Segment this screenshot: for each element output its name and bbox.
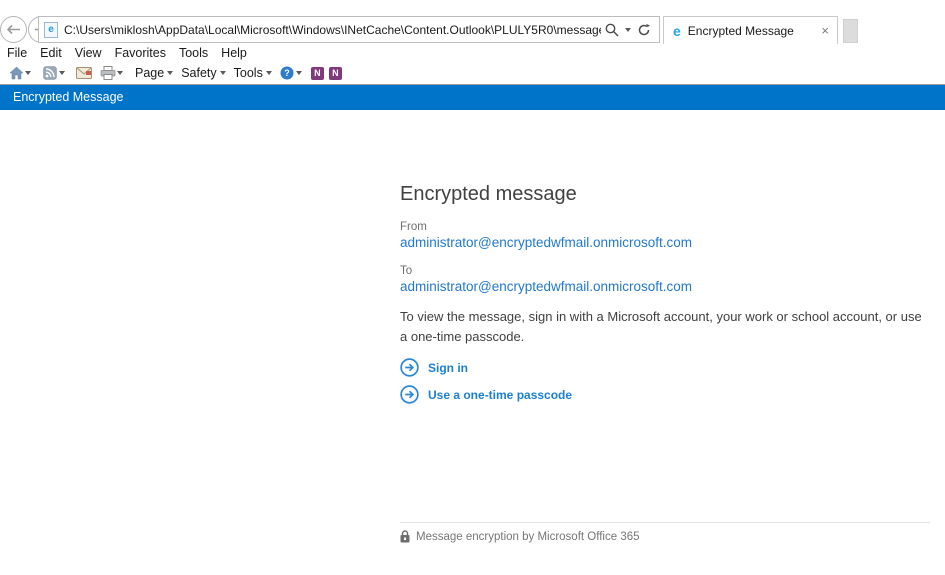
address-bar[interactable]: e C:\Users\miklosh\AppData\Local\Microso… [38,16,660,43]
safety-menu-button[interactable]: Safety [181,66,216,80]
send-to-onenote-icon[interactable]: N [311,67,324,80]
menu-edit[interactable]: Edit [40,46,62,60]
menu-tools[interactable]: Tools [179,46,208,60]
browser-window: e C:\Users\miklosh\AppData\Local\Microso… [0,0,945,575]
page-title: Encrypted message [400,183,577,206]
back-button[interactable] [0,16,27,43]
command-toolbar: Page Safety Tools ? N N [0,62,342,84]
one-time-passcode-button[interactable]: Use a one-time passcode [400,385,572,404]
from-label: From [400,221,427,233]
address-url[interactable]: C:\Users\miklosh\AppData\Local\Microsoft… [64,23,601,37]
arrow-circle-icon [400,358,419,377]
new-tab-button[interactable] [843,19,858,43]
home-dropdown-caret-icon[interactable] [25,71,31,75]
from-email-link[interactable]: administrator@encryptedwfmail.onmicrosof… [400,235,692,250]
print-icon[interactable] [99,65,117,81]
tools-menu-button[interactable]: Tools [234,66,263,80]
help-dropdown-caret-icon[interactable] [296,71,302,75]
page-favicon-icon: e [44,22,58,38]
print-dropdown-caret-icon[interactable] [117,71,123,75]
to-label: To [400,265,412,277]
one-time-passcode-label: Use a one-time passcode [428,388,572,402]
menu-view[interactable]: View [75,46,102,60]
refresh-icon[interactable] [637,23,651,37]
instructions-text: To view the message, sign in with a Micr… [400,307,925,347]
tab-title: Encrypted Message [688,24,814,38]
onenote-linked-notes-icon[interactable]: N [329,67,342,80]
search-icon[interactable] [605,23,619,37]
search-dropdown-caret-icon[interactable] [625,28,631,32]
browser-chrome: e C:\Users\miklosh\AppData\Local\Microso… [0,0,945,85]
back-arrow-icon [6,24,21,35]
menu-favorites[interactable]: Favorites [115,46,166,60]
footer-divider [400,522,930,523]
page-dropdown-caret-icon[interactable] [167,71,173,75]
to-email-link[interactable]: administrator@encryptedwfmail.onmicrosof… [400,279,692,294]
menu-file[interactable]: File [7,46,27,60]
svg-text:?: ? [284,68,290,78]
tab-close-icon[interactable]: × [813,23,837,38]
browser-tab[interactable]: e Encrypted Message × [663,16,838,44]
encrypted-message-banner: Encrypted Message [0,85,945,110]
help-icon[interactable]: ? [278,65,296,81]
page-footer: Message encryption by Microsoft Office 3… [400,530,640,543]
sign-in-label: Sign in [428,361,468,375]
lock-icon [400,530,410,543]
address-bar-tools [601,23,659,37]
menu-help[interactable]: Help [221,46,247,60]
sign-in-button[interactable]: Sign in [400,358,468,377]
read-mail-icon[interactable] [75,65,93,81]
tools-dropdown-caret-icon[interactable] [266,71,272,75]
arrow-circle-icon [400,385,419,404]
banner-title: Encrypted Message [13,85,123,110]
feeds-icon[interactable] [41,65,59,81]
safety-dropdown-caret-icon[interactable] [220,71,226,75]
footer-text: Message encryption by Microsoft Office 3… [416,531,640,543]
feeds-dropdown-caret-icon[interactable] [59,71,65,75]
page-menu-button[interactable]: Page [135,66,164,80]
menu-bar: File Edit View Favorites Tools Help [0,44,247,62]
home-icon[interactable] [7,65,25,81]
ie-logo-icon: e [673,24,681,38]
